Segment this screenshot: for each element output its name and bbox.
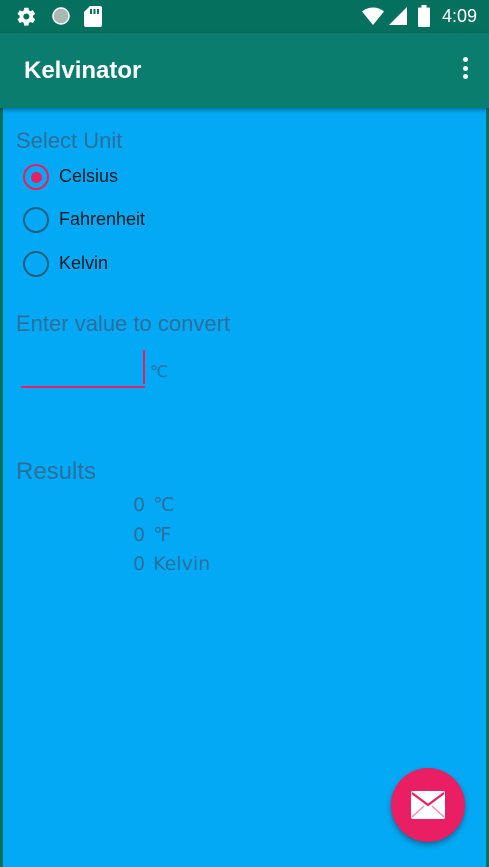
radio-checked-icon bbox=[23, 164, 49, 190]
result-value: 0 bbox=[133, 524, 146, 546]
input-unit-label: ℃ bbox=[150, 362, 168, 381]
app-screen: 4:09 Kelvinator Select Unit Celsius Fahr… bbox=[0, 0, 489, 867]
result-celsius: 0 ℃ bbox=[133, 494, 174, 516]
result-value: 0 bbox=[133, 553, 146, 575]
select-unit-label: Select Unit bbox=[16, 128, 123, 153]
email-icon bbox=[411, 791, 445, 819]
email-fab-button[interactable] bbox=[391, 768, 465, 842]
gear-icon bbox=[16, 6, 37, 32]
status-clock: 4:09 bbox=[441, 6, 477, 26]
wifi-icon bbox=[362, 7, 384, 30]
radio-unchecked-icon bbox=[23, 251, 49, 277]
radio-label-fahrenheit: Fahrenheit bbox=[59, 209, 146, 229]
text-cursor bbox=[143, 350, 145, 384]
circle-icon bbox=[51, 6, 71, 31]
radio-label-kelvin: Kelvin bbox=[59, 253, 109, 273]
battery-icon bbox=[418, 5, 430, 32]
result-kelvin: 0 Kelvin bbox=[133, 553, 210, 575]
result-unit: ℉ bbox=[153, 524, 172, 546]
result-unit: Kelvin bbox=[153, 553, 211, 575]
radio-unchecked-icon bbox=[23, 207, 49, 233]
value-input[interactable] bbox=[21, 350, 145, 388]
app-bar: Kelvinator bbox=[0, 33, 489, 108]
main-content: Select Unit Celsius Fahrenheit Kelvin En… bbox=[3, 108, 486, 867]
enter-value-label: Enter value to convert bbox=[16, 311, 231, 336]
result-unit: ℃ bbox=[153, 494, 175, 516]
app-title: Kelvinator bbox=[24, 57, 142, 84]
overflow-menu-icon[interactable] bbox=[459, 57, 471, 85]
status-bar: 4:09 bbox=[0, 0, 489, 33]
result-fahrenheit: 0 ℉ bbox=[133, 524, 171, 546]
radio-label-celsius: Celsius bbox=[59, 166, 119, 186]
results-label: Results bbox=[16, 458, 97, 485]
result-value: 0 bbox=[133, 494, 146, 516]
sd-card-icon bbox=[84, 6, 102, 32]
signal-icon bbox=[389, 7, 407, 30]
